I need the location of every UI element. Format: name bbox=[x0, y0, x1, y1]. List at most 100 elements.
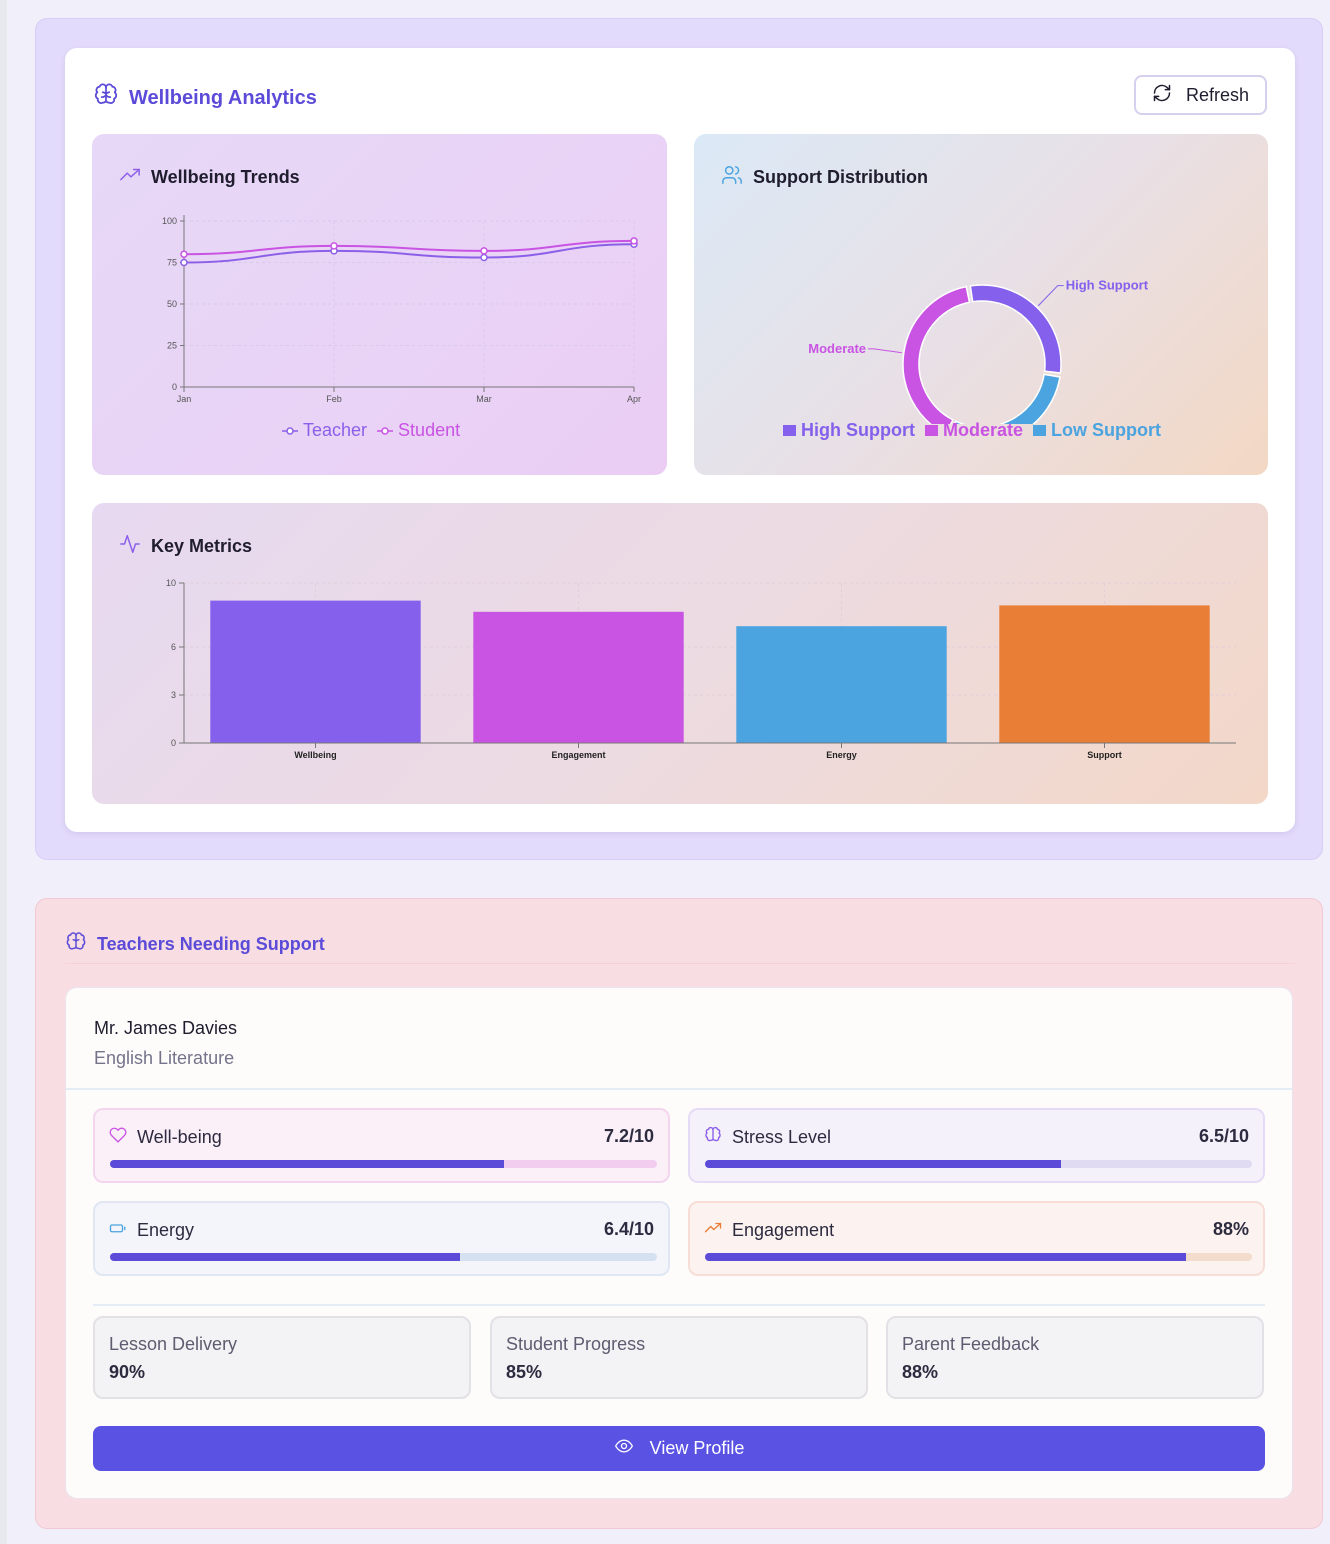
y-tick-label: 6 bbox=[171, 642, 176, 652]
brain-icon bbox=[65, 931, 87, 958]
legend-item-moderate: Moderate bbox=[924, 420, 1023, 441]
legend-item-student: Student bbox=[377, 420, 460, 441]
x-tick-label: Feb bbox=[326, 394, 342, 404]
card-divider bbox=[93, 1304, 1265, 1306]
stat-stress-label: Stress Level bbox=[732, 1127, 832, 1147]
y-tick-label: 3 bbox=[171, 690, 176, 700]
support-section-header: Teachers Needing Support bbox=[65, 931, 325, 958]
eye-icon bbox=[614, 1436, 634, 1461]
data-point bbox=[330, 242, 338, 250]
teacher-name: Mr. James Davies bbox=[94, 1018, 238, 1038]
key-metrics-panel: Key Metrics 0 3 6 10 Wellbeing Engagement Ener… bbox=[92, 503, 1268, 804]
label-leader bbox=[868, 348, 902, 354]
metric-value: 85% bbox=[506, 1362, 543, 1382]
stat-wellbeing-label-row: Well-being bbox=[109, 1126, 222, 1149]
label-leader bbox=[1037, 285, 1064, 307]
series-line-student bbox=[183, 239, 635, 256]
wellbeing-trends-chart: 0 25 50 75 100 Jan Feb Mar Apr bbox=[162, 215, 641, 404]
y-tick-label: 0 bbox=[172, 382, 177, 392]
x-tick-label: Support bbox=[1087, 750, 1122, 760]
stat-stress-track bbox=[705, 1160, 1252, 1168]
bar-energy bbox=[736, 626, 947, 743]
metric-label: Parent Feedback bbox=[902, 1334, 1040, 1354]
slice-moderate bbox=[902, 285, 971, 424]
analytics-card: Wellbeing Analytics Refresh Wellbeing Tr… bbox=[65, 48, 1295, 832]
stat-engagement-label-row: Engagement bbox=[704, 1219, 834, 1242]
stat-engagement-track bbox=[705, 1253, 1252, 1261]
bar-engagement bbox=[473, 611, 684, 743]
view-profile-button[interactable]: View Profile bbox=[93, 1426, 1265, 1471]
stat-stress-label-row: Stress Level bbox=[704, 1126, 831, 1149]
brain-icon bbox=[93, 82, 119, 114]
legend-label-moderate: Moderate bbox=[942, 420, 1023, 440]
x-tick-label: Mar bbox=[476, 394, 492, 404]
bar-wellbeing bbox=[210, 600, 421, 743]
metric-value: 88% bbox=[902, 1362, 939, 1382]
y-tick-label: 50 bbox=[167, 299, 177, 309]
stat-energy-track bbox=[110, 1253, 657, 1261]
support-legend: High Support Moderate Low Support bbox=[783, 420, 1161, 441]
analytics-section: Wellbeing Analytics Refresh Wellbeing Tr… bbox=[35, 18, 1323, 860]
stat-wellbeing-track bbox=[110, 1160, 657, 1168]
x-tick-label: Jan bbox=[177, 394, 192, 404]
series-line-teacher bbox=[183, 243, 635, 264]
stat-energy-fill bbox=[110, 1253, 461, 1261]
stat-stress-value: 6.5/10 bbox=[1198, 1126, 1249, 1146]
key-metrics-chart: 0 3 6 10 Wellbeing Engagement Energy Support bbox=[166, 578, 1236, 760]
data-point bbox=[630, 237, 638, 245]
stat-engagement-fill bbox=[705, 1253, 1187, 1261]
trending-up-icon bbox=[704, 1219, 722, 1242]
y-tick-label: 10 bbox=[166, 578, 176, 588]
support-distribution-panel: Support Distribution High SupportLow Sup… bbox=[694, 134, 1268, 475]
stat-engagement: Engagement 88% bbox=[688, 1201, 1265, 1276]
x-tick-label: Energy bbox=[826, 750, 857, 760]
metric-student-progress: Student Progress 85% bbox=[490, 1316, 868, 1399]
bar-support bbox=[999, 605, 1210, 743]
stat-wellbeing-fill bbox=[110, 1160, 504, 1168]
x-tick-label: Wellbeing bbox=[294, 750, 336, 760]
legend-item-teacher: Teacher bbox=[282, 420, 367, 441]
stat-stress-level: Stress Level 6.5/10 bbox=[688, 1108, 1265, 1183]
analytics-title: Wellbeing Analytics bbox=[129, 86, 317, 109]
y-tick-label: 75 bbox=[167, 258, 177, 268]
teacher-card: Mr. James Davies English Literature Well… bbox=[65, 987, 1293, 1499]
slice-label: Moderate bbox=[808, 341, 866, 356]
left-edge bbox=[0, 0, 7, 1544]
metric-label: Student Progress bbox=[506, 1334, 646, 1354]
refresh-button[interactable]: Refresh bbox=[1134, 75, 1267, 115]
refresh-icon bbox=[1152, 83, 1172, 108]
analytics-header: Wellbeing Analytics bbox=[93, 82, 317, 114]
legend-item-low-support: Low Support bbox=[1033, 420, 1161, 441]
metric-value: 90% bbox=[109, 1362, 146, 1382]
stat-engagement-label: Engagement bbox=[732, 1220, 835, 1240]
legend-item-high-support: High Support bbox=[783, 420, 915, 441]
stat-energy: Energy 6.4/10 bbox=[93, 1201, 670, 1276]
y-tick-label: 25 bbox=[167, 341, 177, 351]
data-point bbox=[180, 250, 188, 258]
stat-wellbeing-value: 7.2/10 bbox=[603, 1126, 654, 1146]
metric-label: Lesson Delivery bbox=[109, 1334, 238, 1354]
slice-high-support bbox=[969, 284, 1062, 374]
y-tick-label: 0 bbox=[171, 738, 176, 748]
slice-low-support bbox=[953, 373, 1061, 424]
stat-energy-label-row: Energy bbox=[109, 1219, 194, 1242]
legend-label-student: Student bbox=[398, 420, 461, 440]
brain-icon bbox=[704, 1126, 722, 1149]
card-divider bbox=[66, 1088, 1292, 1090]
refresh-label: Refresh bbox=[1185, 84, 1250, 105]
data-point bbox=[480, 253, 488, 262]
teacher-subject: English Literature bbox=[94, 1048, 235, 1068]
x-tick-label: Apr bbox=[627, 394, 641, 404]
section-divider bbox=[65, 963, 1295, 964]
data-point bbox=[480, 247, 488, 255]
support-section-title: Teachers Needing Support bbox=[97, 934, 325, 954]
metric-lesson-delivery: Lesson Delivery 90% bbox=[93, 1316, 471, 1399]
stat-wellbeing-label: Well-being bbox=[137, 1127, 222, 1147]
stat-energy-value: 6.4/10 bbox=[603, 1219, 654, 1239]
support-distribution-chart: High SupportLow SupportModerate bbox=[808, 278, 1149, 424]
battery-icon bbox=[109, 1219, 127, 1242]
stat-wellbeing: Well-being 7.2/10 bbox=[93, 1108, 670, 1183]
legend-label-low-support: Low Support bbox=[1051, 420, 1161, 440]
stat-engagement-value: 88% bbox=[1212, 1219, 1249, 1239]
view-profile-label: View Profile bbox=[649, 1438, 745, 1458]
